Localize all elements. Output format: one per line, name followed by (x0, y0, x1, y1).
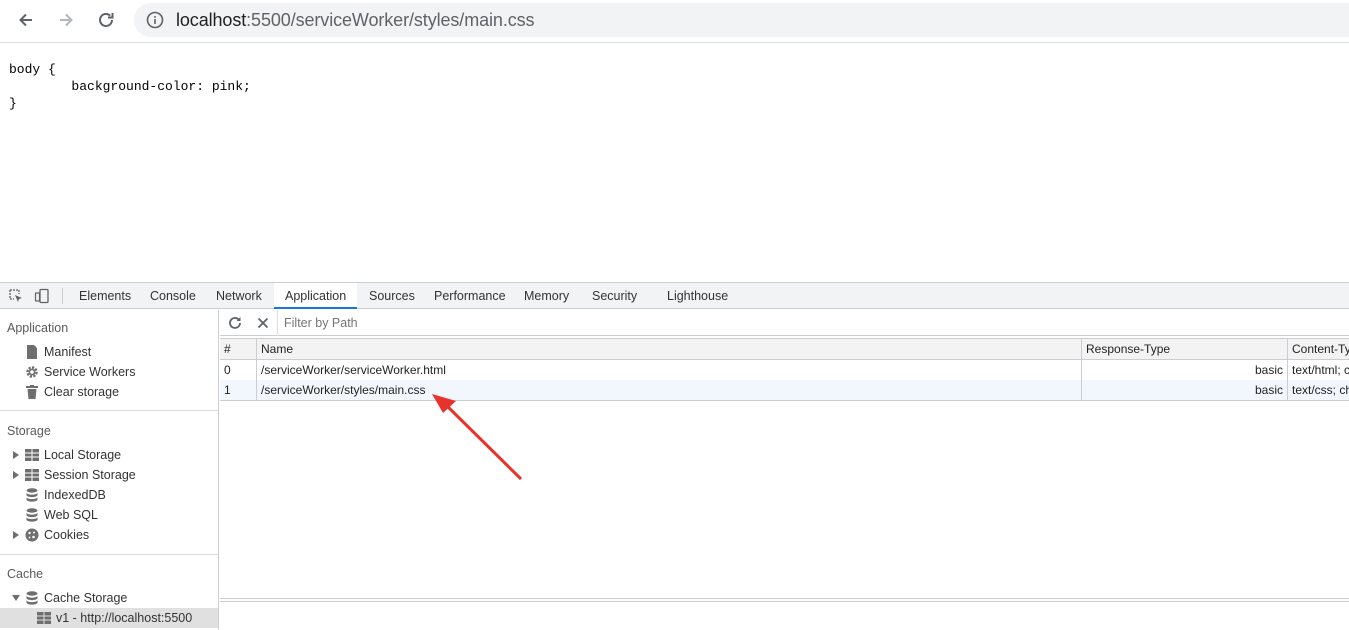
back-button[interactable] (12, 6, 40, 34)
column-header-content-type[interactable]: Content-Type (1288, 339, 1349, 359)
table-icon (36, 611, 52, 625)
device-toolbar-icon[interactable] (33, 287, 51, 305)
sidebar-item-label: Web SQL (44, 508, 98, 522)
arrow-left-icon (19, 13, 32, 27)
tab-lighthouse[interactable]: Lighthouse (661, 283, 734, 309)
cookie-icon (24, 528, 40, 542)
sidebar-item-cache-storage[interactable]: Cache Storage (0, 588, 218, 608)
database-icon (24, 488, 40, 502)
reload-button[interactable] (92, 6, 120, 34)
sidebar-item-label: Service Workers (44, 365, 136, 379)
tab-security[interactable]: Security (586, 283, 643, 309)
tab-performance[interactable]: Performance (428, 283, 512, 309)
css-source-text: body { background-color: pink; } (9, 62, 251, 111)
forward-button[interactable] (52, 6, 80, 34)
reload-icon (99, 13, 114, 27)
section-title-cache: Cache (7, 567, 44, 581)
sidebar-divider (0, 410, 218, 411)
column-divider[interactable] (1081, 339, 1082, 401)
database-icon (24, 591, 40, 605)
expand-arrow-icon[interactable] (11, 450, 21, 460)
tab-sources[interactable]: Sources (363, 283, 421, 309)
database-icon (24, 508, 40, 522)
table-icon (24, 448, 40, 462)
row-index: 1 (224, 383, 231, 397)
column-divider[interactable] (1287, 339, 1288, 401)
url-path: :5500/serviceWorker/styles/main.css (246, 9, 535, 30)
sidebar-item-label: Local Storage (44, 448, 122, 462)
table-row[interactable]: 1 /serviceWorker/styles/main.css basic t… (220, 380, 1349, 400)
refresh-button[interactable] (226, 314, 244, 332)
address-bar[interactable]: localhost:5500/serviceWorker/styles/main… (134, 3, 1349, 37)
row-response-type: basic (1254, 383, 1283, 397)
file-icon (24, 345, 40, 359)
sidebar-item-web-sql[interactable]: Web SQL (0, 505, 218, 525)
devtools-panel: Elements Console Network Application Sou… (0, 282, 1349, 630)
table-header: # Name Response-Type Content-Type (220, 339, 1349, 360)
column-header-name[interactable]: Name (257, 339, 1081, 359)
delete-selected-button[interactable] (254, 314, 272, 332)
row-response-type: basic (1254, 363, 1283, 377)
filter-by-path-input[interactable] (278, 313, 878, 333)
sidebar-item-session-storage[interactable]: Session Storage (0, 465, 218, 485)
sidebar-item-manifest[interactable]: Manifest (0, 342, 218, 362)
sidebar-item-label: Clear storage (44, 385, 120, 399)
section-title-storage: Storage (7, 424, 51, 438)
sidebar-item-service-workers[interactable]: Service Workers (0, 362, 218, 382)
row-index: 0 (224, 363, 231, 377)
row-name: /serviceWorker/serviceWorker.html (261, 363, 446, 377)
sidebar-item-label: Manifest (44, 345, 92, 359)
row-name: /serviceWorker/styles/main.css (261, 383, 426, 397)
application-sidebar: Application Manifest Service Workers Cle… (0, 310, 219, 630)
sidebar-item-local-storage[interactable]: Local Storage (0, 445, 218, 465)
gear-icon (24, 365, 40, 379)
row-content-type: text/html; charset=UTF-8 (1292, 363, 1349, 377)
info-icon[interactable] (146, 11, 164, 29)
url-text[interactable]: localhost:5500/serviceWorker/styles/main… (176, 9, 535, 31)
sidebar-divider (0, 554, 218, 555)
column-header-response-type[interactable]: Response-Type (1082, 339, 1287, 359)
inspect-element-icon[interactable] (7, 287, 25, 305)
cache-storage-view: # Name Response-Type Content-Type 0 /ser… (220, 310, 1349, 630)
column-divider[interactable] (256, 339, 257, 401)
cache-entries-table: # Name Response-Type Content-Type 0 /ser… (220, 338, 1349, 599)
tab-memory[interactable]: Memory (518, 283, 575, 309)
preview-pane (220, 601, 1349, 630)
section-title-application: Application (7, 321, 69, 335)
sidebar-item-cache-v1[interactable]: v1 - http://localhost:5500 (0, 608, 218, 628)
sidebar-item-label: v1 - http://localhost:5500 (56, 611, 193, 625)
sidebar-item-indexeddb[interactable]: IndexedDB (0, 485, 218, 505)
tab-separator (62, 288, 63, 304)
tab-application[interactable]: Application (274, 283, 358, 309)
expand-arrow-icon[interactable] (11, 530, 21, 540)
column-header-index[interactable]: # (220, 339, 256, 359)
sidebar-item-cookies[interactable]: Cookies (0, 525, 218, 545)
sidebar-item-label: Cookies (44, 528, 90, 542)
table-row[interactable]: 0 /serviceWorker/serviceWorker.html basi… (220, 360, 1349, 380)
sidebar-item-label: Cache Storage (44, 591, 128, 605)
sidebar-item-label: Session Storage (44, 468, 136, 482)
devtools-tab-bar: Elements Console Network Application Sou… (0, 283, 1349, 309)
url-host: localhost (176, 9, 247, 30)
table-icon (24, 468, 40, 482)
arrow-right-icon (60, 13, 73, 27)
browser-toolbar: localhost:5500/serviceWorker/styles/main… (0, 0, 1349, 43)
collapse-arrow-icon[interactable] (11, 593, 21, 603)
expand-arrow-icon[interactable] (11, 470, 21, 480)
tab-elements[interactable]: Elements (73, 283, 137, 309)
tab-network[interactable]: Network (210, 283, 268, 309)
refresh-icon (229, 317, 241, 329)
tab-console[interactable]: Console (144, 283, 202, 309)
row-content-type: text/css; charset=UTF-8 (1292, 383, 1349, 397)
row-divider (220, 400, 1349, 401)
sidebar-item-clear-storage[interactable]: Clear storage (0, 382, 218, 402)
cache-toolbar (220, 310, 1349, 336)
close-icon (257, 317, 269, 329)
page-content: body { background-color: pink; } (0, 44, 1349, 282)
sidebar-item-label: IndexedDB (44, 488, 106, 502)
trash-icon (24, 385, 40, 399)
